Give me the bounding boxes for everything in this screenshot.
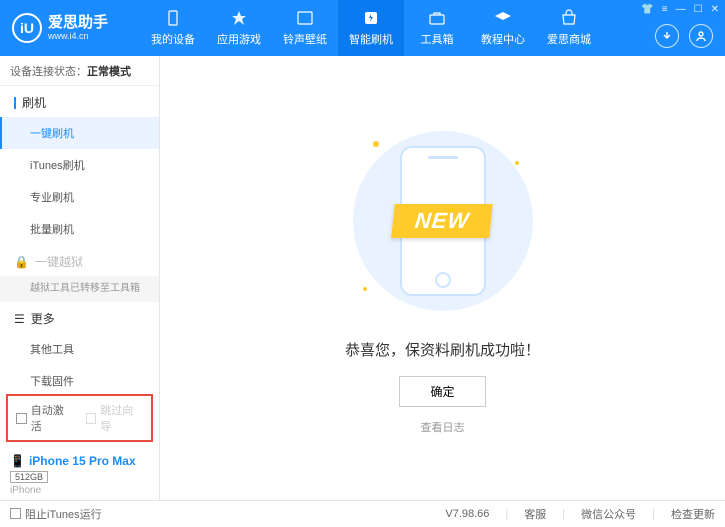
wechat-link[interactable]: 微信公众号 bbox=[581, 506, 636, 522]
nav-apps[interactable]: 应用游戏 bbox=[206, 0, 272, 56]
window-controls: 👕 ≡ — ☐ ✕ bbox=[641, 4, 719, 15]
user-button[interactable] bbox=[689, 24, 713, 48]
app-logo: iU 爱思助手 www.i4.cn bbox=[0, 13, 140, 43]
sidebar-group-more[interactable]: ☰更多 bbox=[0, 302, 159, 333]
jailbreak-moved-note: 越狱工具已转移至工具箱 bbox=[0, 276, 159, 302]
nav-store[interactable]: 爱思商城 bbox=[536, 0, 602, 56]
sidebar-item-download-firmware[interactable]: 下载固件 bbox=[0, 365, 159, 390]
app-name: 爱思助手 bbox=[48, 15, 108, 30]
app-header: iU 爱思助手 www.i4.cn 我的设备 应用游戏 铃声壁纸 智能刷机 工具… bbox=[0, 0, 725, 56]
nav-my-device[interactable]: 我的设备 bbox=[140, 0, 206, 56]
new-ribbon: NEW bbox=[392, 204, 494, 238]
grad-cap-icon bbox=[493, 9, 513, 27]
check-update-link[interactable]: 检查更新 bbox=[671, 506, 715, 522]
toolbox-icon bbox=[427, 9, 447, 27]
sidebar-item-oneclick-flash[interactable]: 一键刷机 bbox=[0, 117, 159, 149]
maximize-icon[interactable]: ☐ bbox=[694, 4, 703, 15]
status-footer: 阻止iTunes运行 V7.98.66 客服 微信公众号 检查更新 bbox=[0, 500, 725, 526]
app-url: www.i4.cn bbox=[48, 32, 108, 41]
highlighted-options: 自动激活 跳过向导 bbox=[6, 394, 153, 442]
image-icon bbox=[295, 9, 315, 27]
version-label: V7.98.66 bbox=[445, 508, 489, 520]
device-icon bbox=[163, 9, 183, 27]
success-illustration: NEW bbox=[343, 121, 543, 321]
phone-icon: 📱 bbox=[10, 454, 25, 468]
logo-icon: iU bbox=[12, 13, 42, 43]
success-message: 恭喜您，保资料刷机成功啦！ bbox=[345, 339, 540, 360]
sidebar-item-other-tools[interactable]: 其他工具 bbox=[0, 333, 159, 365]
skin-icon[interactable]: 👕 bbox=[641, 4, 653, 15]
support-link[interactable]: 客服 bbox=[524, 506, 546, 522]
nav-toolbox[interactable]: 工具箱 bbox=[404, 0, 470, 56]
flash-icon bbox=[361, 9, 381, 27]
lock-icon: 🔒 bbox=[14, 255, 29, 269]
sidebar-item-batch-flash[interactable]: 批量刷机 bbox=[0, 213, 159, 245]
nav-ringtone[interactable]: 铃声壁纸 bbox=[272, 0, 338, 56]
sidebar-item-itunes-flash[interactable]: iTunes刷机 bbox=[0, 149, 159, 181]
skip-guide-checkbox: 跳过向导 bbox=[86, 402, 144, 434]
nav-tutorial[interactable]: 教程中心 bbox=[470, 0, 536, 56]
close-icon[interactable]: ✕ bbox=[711, 4, 719, 15]
ok-button[interactable]: 确定 bbox=[399, 376, 485, 407]
view-log-link[interactable]: 查看日志 bbox=[421, 419, 465, 435]
nav-flash[interactable]: 智能刷机 bbox=[338, 0, 404, 56]
minimize-icon[interactable]: — bbox=[676, 4, 686, 15]
sidebar-group-jailbreak: 🔒一键越狱 bbox=[0, 245, 159, 276]
apps-icon bbox=[229, 9, 249, 27]
device-type: iPhone bbox=[10, 485, 149, 496]
device-status: 设备连接状态：正常模式 bbox=[0, 56, 159, 86]
block-itunes-checkbox[interactable]: 阻止iTunes运行 bbox=[10, 506, 102, 522]
download-button[interactable] bbox=[655, 24, 679, 48]
menu-icon[interactable]: ≡ bbox=[662, 4, 668, 15]
sidebar-item-pro-flash[interactable]: 专业刷机 bbox=[0, 181, 159, 213]
sidebar: 设备连接状态：正常模式 刷机 一键刷机 iTunes刷机 专业刷机 批量刷机 🔒… bbox=[0, 56, 160, 500]
store-icon bbox=[559, 9, 579, 27]
sidebar-group-flash[interactable]: 刷机 bbox=[0, 86, 159, 117]
menu-lines-icon: ☰ bbox=[14, 312, 25, 326]
auto-activate-checkbox[interactable]: 自动激活 bbox=[16, 402, 74, 434]
device-capacity: 512GB bbox=[10, 471, 48, 483]
top-nav: 我的设备 应用游戏 铃声壁纸 智能刷机 工具箱 教程中心 爱思商城 bbox=[140, 0, 602, 56]
main-content: NEW 恭喜您，保资料刷机成功啦！ 确定 查看日志 bbox=[160, 56, 725, 500]
device-info[interactable]: 📱iPhone 15 Pro Max 512GB iPhone bbox=[0, 448, 159, 500]
